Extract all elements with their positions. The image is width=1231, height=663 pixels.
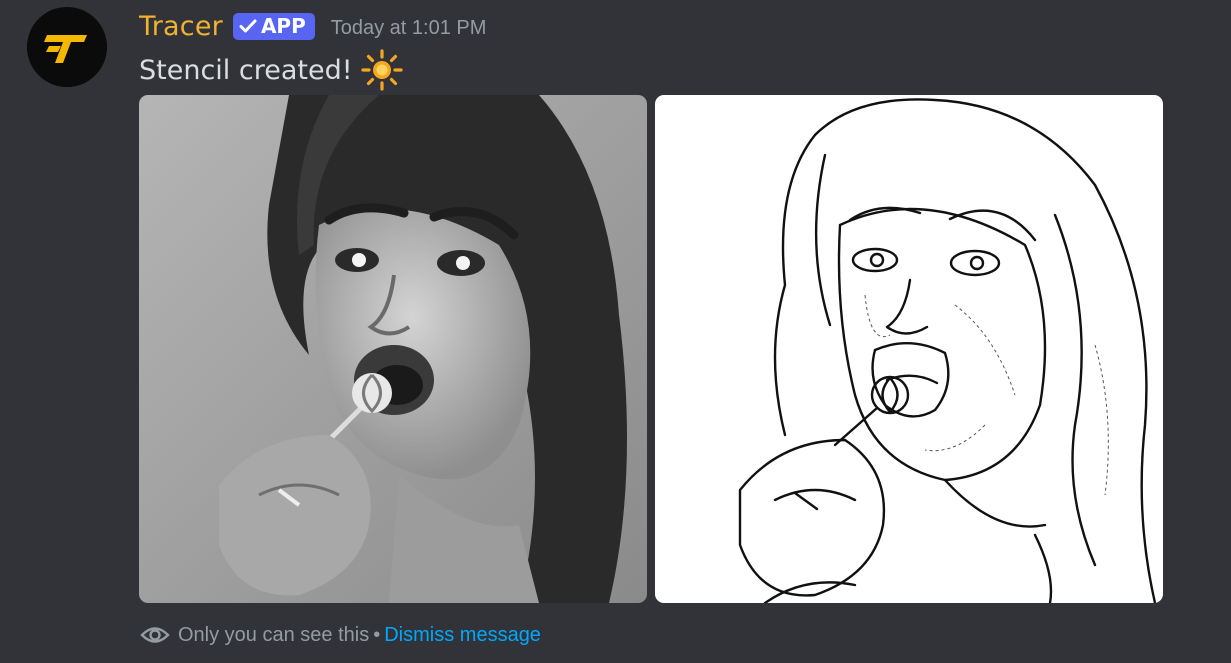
message-content: Stencil created! xyxy=(139,49,403,91)
separator-dot: • xyxy=(373,623,381,646)
verified-check-icon xyxy=(239,18,257,34)
username[interactable]: Tracer xyxy=(139,11,223,42)
tracer-logo-icon xyxy=(27,7,107,87)
eye-icon xyxy=(140,624,170,646)
attachment-stencil[interactable] xyxy=(655,95,1163,603)
dismiss-message-link[interactable]: Dismiss message xyxy=(384,624,541,647)
timestamp: Today at 1:01 PM xyxy=(330,16,487,39)
ephemeral-notice: Only you can see this • Dismiss message xyxy=(140,619,541,651)
portrait-photo-image xyxy=(139,95,647,603)
sun-icon xyxy=(360,49,403,91)
image-attachments xyxy=(139,95,1163,603)
message-header: Tracer APP Today at 1:01 PM xyxy=(139,8,486,44)
ephemeral-text: Only you can see this xyxy=(178,623,370,646)
app-badge: APP xyxy=(232,12,315,40)
app-badge-label: APP xyxy=(260,14,306,38)
chat-message: Tracer APP Today at 1:01 PM Stencil crea… xyxy=(0,0,1231,663)
stencil-image xyxy=(655,95,1163,603)
message-text: Stencil created! xyxy=(139,54,353,86)
attachment-photo[interactable] xyxy=(139,95,647,603)
avatar[interactable] xyxy=(27,7,107,87)
